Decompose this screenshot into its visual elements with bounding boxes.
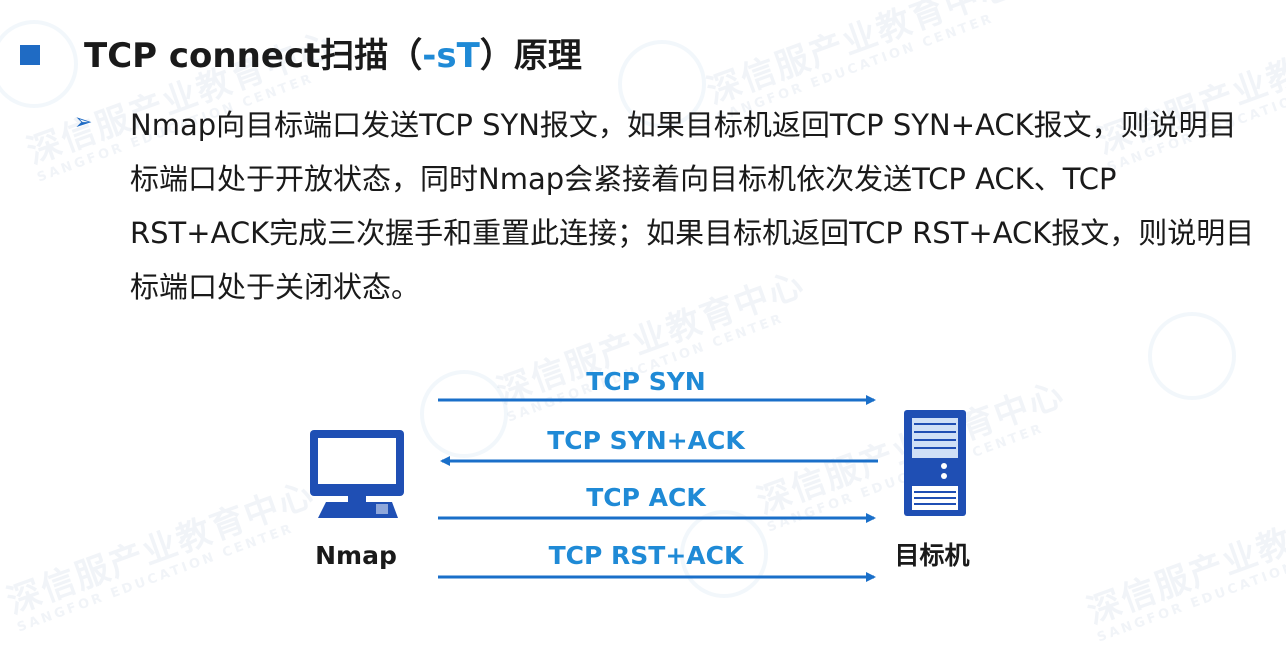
target-label: 目标机 [894,541,969,570]
message-label-rst-ack: TCP RST+ACK [549,541,745,570]
computer-icon [310,430,404,518]
message-label-syn-ack: TCP SYN+ACK [547,426,746,455]
handshake-diagram: Nmap 目标机 TCP SYN TCP SYN+ACK TCP ACK TCP… [310,367,970,582]
server-icon [904,410,966,516]
message-label-syn: TCP SYN [586,367,705,396]
nmap-label: Nmap [315,541,397,570]
message-label-ack: TCP ACK [586,483,707,512]
